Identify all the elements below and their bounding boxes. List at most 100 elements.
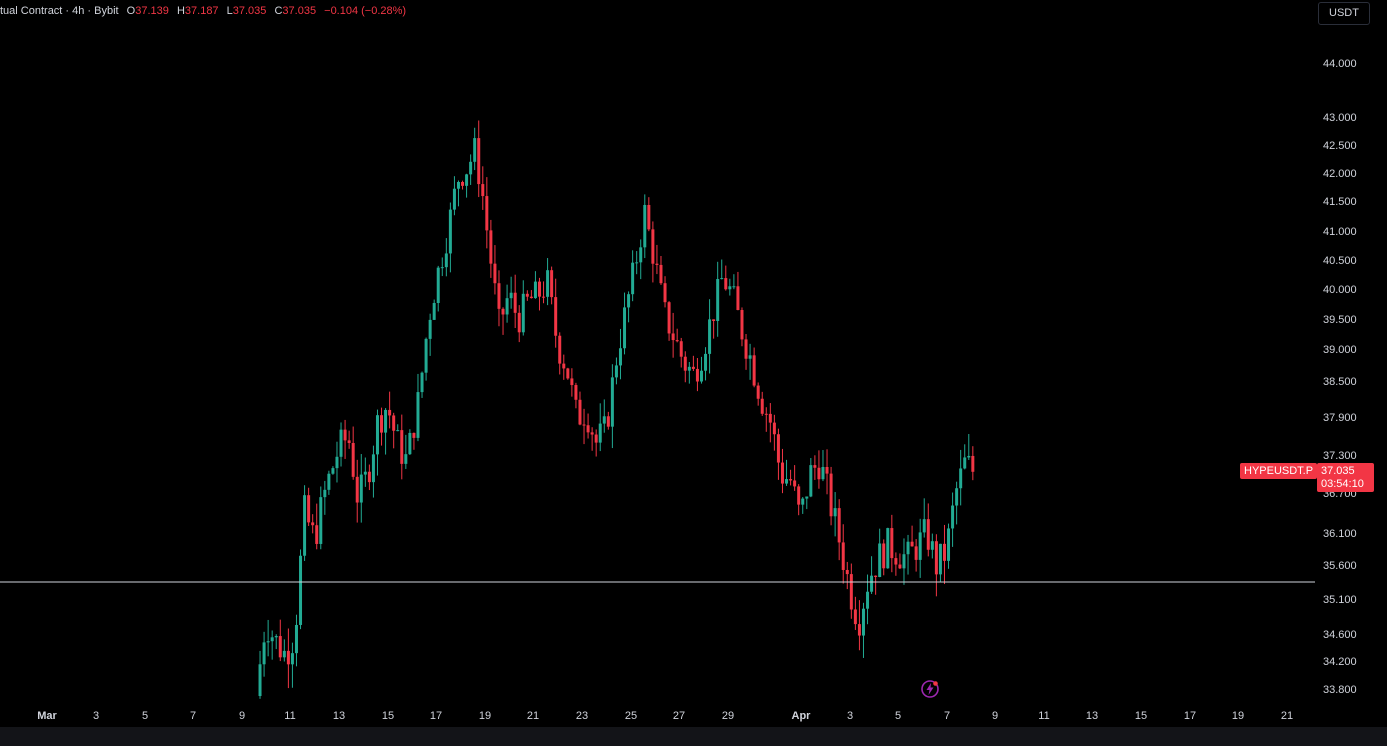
candle <box>618 328 622 380</box>
candle <box>659 255 663 285</box>
candle-body <box>294 624 298 654</box>
candle <box>776 428 780 480</box>
candle-body <box>420 372 424 393</box>
candle-body <box>938 543 942 575</box>
price-tick-label: 40.500 <box>1323 255 1357 267</box>
candle <box>501 307 505 335</box>
candle-body <box>489 230 493 264</box>
candle <box>525 290 529 301</box>
candle-body <box>278 636 282 658</box>
candle-body <box>849 574 853 610</box>
candle <box>456 180 460 207</box>
candle-body <box>882 543 886 569</box>
candle <box>319 486 323 550</box>
time-axis: Mar 3 5 7 9 11 13 15 17 19 21 23 25 27 29 Apr 3 5 7 9 11 13 15… <box>37 710 1293 722</box>
candle <box>513 274 517 329</box>
time-tick-label: 19 <box>1232 710 1244 722</box>
candle <box>955 481 959 525</box>
candle-body <box>533 281 537 299</box>
candle <box>335 441 339 483</box>
candle-body <box>570 378 574 386</box>
candle <box>412 432 416 450</box>
candles-layer <box>258 120 975 699</box>
candle <box>432 299 436 320</box>
candle-body <box>614 365 618 378</box>
candle <box>947 523 951 569</box>
candle-body <box>716 279 720 321</box>
candle-body <box>274 636 278 638</box>
candle <box>699 356 703 384</box>
candle-body <box>481 184 485 197</box>
candle-body <box>392 415 396 431</box>
time-tick-label: 17 <box>1184 710 1196 722</box>
candle <box>845 561 849 590</box>
candle <box>465 173 469 198</box>
price-tick-label: 43.000 <box>1323 112 1357 124</box>
candle <box>825 449 829 495</box>
candle <box>942 524 946 585</box>
candle <box>517 305 521 343</box>
candle <box>793 465 797 491</box>
candle <box>809 458 813 498</box>
price-tick-label: 40.000 <box>1323 284 1357 296</box>
candle-body <box>695 368 699 382</box>
candle <box>299 549 303 630</box>
candle-body <box>529 296 533 299</box>
candle <box>833 492 837 537</box>
candle <box>347 430 351 449</box>
candle-body <box>732 286 736 288</box>
candle <box>529 290 533 299</box>
candle <box>651 221 655 283</box>
candle <box>853 596 857 630</box>
candle <box>951 492 955 547</box>
candle-body <box>776 434 780 463</box>
candle-body <box>444 253 448 268</box>
candle-body <box>542 296 546 298</box>
last-price-value: 37.035 <box>1321 465 1355 477</box>
candle <box>663 276 667 308</box>
time-tick-label: 11 <box>284 710 295 722</box>
candle <box>574 382 578 409</box>
candle-body <box>258 664 262 696</box>
candle <box>708 299 712 374</box>
candle-body <box>724 278 728 290</box>
candlestick-chart[interactable]: 44.000 43.000 42.500 42.000 41.500 41.000 40.5… <box>0 0 1387 727</box>
candle-body <box>384 409 388 433</box>
time-tick-label: 5 <box>895 710 901 722</box>
candle-body <box>339 429 343 457</box>
candle <box>971 446 975 481</box>
candle <box>367 464 371 491</box>
candle-body <box>914 546 918 560</box>
candle-body <box>878 543 882 577</box>
candle-body <box>886 528 890 569</box>
candle-body <box>671 333 675 341</box>
time-tick-label: 3 <box>93 710 99 722</box>
candle <box>343 419 347 459</box>
candle-body <box>720 278 724 280</box>
bar-countdown: 03:54:10 <box>1321 478 1364 490</box>
candle-body <box>639 247 643 263</box>
price-tick-label: 39.500 <box>1323 314 1357 326</box>
candle <box>882 539 886 576</box>
lightning-bolt-icon[interactable] <box>920 679 940 699</box>
time-tick-label: 13 <box>333 710 345 722</box>
candle-body <box>760 398 764 414</box>
candle <box>748 343 752 380</box>
candle <box>691 355 695 372</box>
candle <box>371 445 375 498</box>
candle <box>388 391 392 429</box>
candle <box>452 176 456 216</box>
candle-body <box>841 542 845 570</box>
candle <box>396 424 400 432</box>
candle-body <box>323 489 327 498</box>
candle <box>655 244 659 275</box>
candle-body <box>752 355 756 386</box>
candle <box>578 391 582 426</box>
candle-body <box>513 292 517 313</box>
candle-body <box>890 528 894 559</box>
candle <box>744 334 748 370</box>
candle <box>740 307 744 347</box>
candle-body <box>428 319 432 339</box>
candle <box>392 412 396 449</box>
candle-body <box>380 415 384 433</box>
